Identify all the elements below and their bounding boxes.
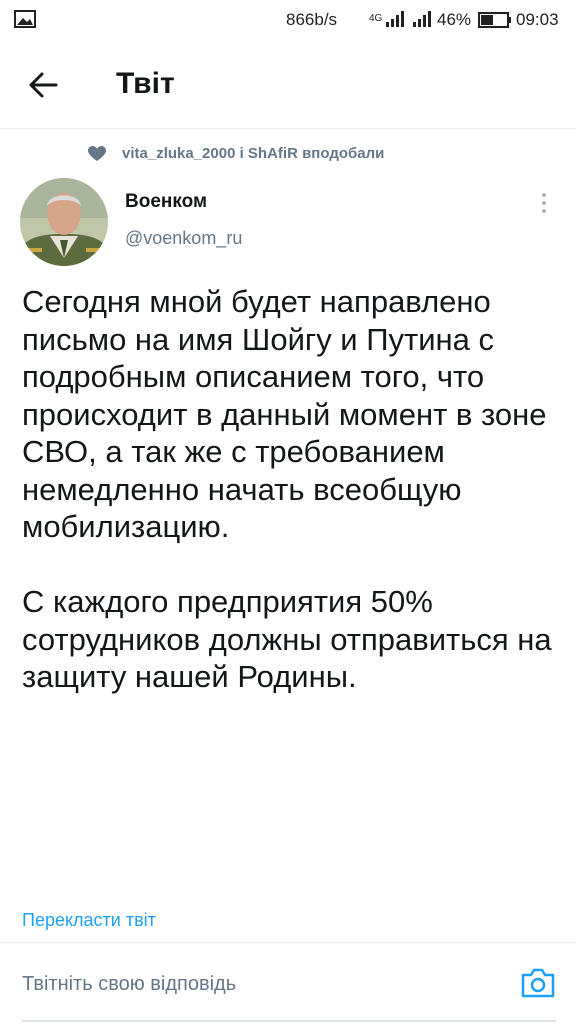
network-type: 4G	[369, 13, 383, 24]
network-speed: 866b/s	[286, 10, 338, 29]
social-context-text: vita_zluka_2000 і ShAfiR вподобали	[122, 145, 385, 162]
signal-strength-icon	[412, 10, 434, 33]
reply-input-underline	[22, 1020, 556, 1022]
heart-icon	[88, 146, 106, 166]
tweet-paragraph: С каждого предприятия 50% сотрудников до…	[22, 584, 552, 694]
page-title: Твіт	[116, 67, 175, 100]
camera-button[interactable]	[520, 967, 556, 999]
battery-percentage: 46%	[437, 10, 472, 29]
top-app-bar: Твіт	[0, 40, 576, 129]
translate-tweet-link[interactable]: Перекласти твіт	[22, 910, 156, 931]
social-context[interactable]: vita_zluka_2000 і ShAfiR вподобали	[88, 145, 385, 162]
arrow-left-icon	[29, 72, 58, 98]
signal-strength-icon	[385, 10, 407, 33]
back-button[interactable]	[26, 68, 60, 102]
reply-bar: Твітніть свою відповідь	[0, 942, 576, 1025]
camera-icon	[521, 968, 555, 998]
tweet-text: Сегодня мной будет направлено письмо на …	[22, 283, 562, 696]
tweet-paragraph: Сегодня мной будет направлено письмо на …	[22, 284, 547, 544]
battery-icon	[478, 12, 512, 33]
profile-photo-icon	[20, 178, 108, 266]
clock: 09:03	[516, 10, 559, 29]
gallery-notification-icon	[14, 10, 36, 33]
status-bar: 866b/s 4G 46% 09:03	[0, 0, 576, 40]
more-vertical-icon	[542, 193, 546, 213]
avatar[interactable]	[20, 178, 108, 266]
more-options-button[interactable]	[536, 190, 552, 220]
author-name[interactable]: Военком	[125, 191, 207, 213]
reply-input[interactable]: Твітніть свою відповідь	[22, 973, 236, 996]
author-handle[interactable]: @voenkom_ru	[125, 228, 242, 249]
